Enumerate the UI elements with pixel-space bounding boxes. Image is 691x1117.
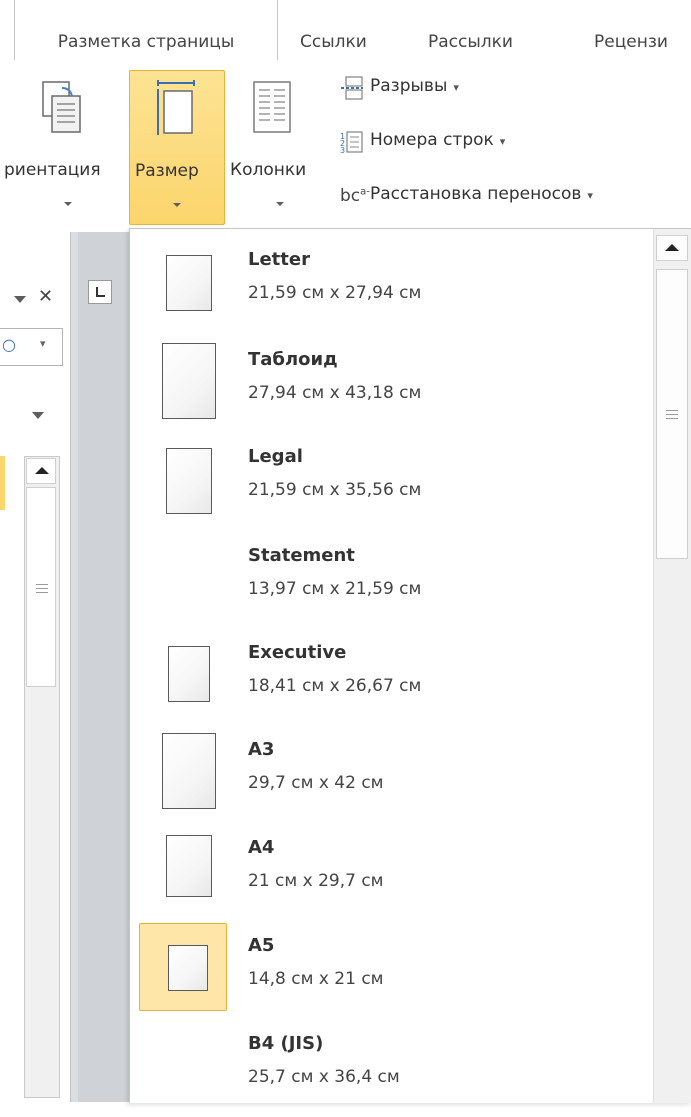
paper-size-statement[interactable]: Statement 13,97 см x 21,59 см bbox=[136, 533, 650, 629]
breaks-icon bbox=[341, 76, 363, 100]
chevron-down-icon: ▾ bbox=[40, 337, 46, 350]
page-icon bbox=[166, 448, 212, 514]
chevron-down-icon bbox=[276, 202, 284, 206]
scroll-up-arrow-icon[interactable] bbox=[656, 235, 688, 261]
tab-page-layout[interactable]: Разметка страницы bbox=[14, 0, 278, 61]
page-icon bbox=[166, 835, 212, 897]
page-icon bbox=[168, 945, 208, 991]
scroll-thumb[interactable] bbox=[26, 487, 56, 687]
chevron-down-icon: ▾ bbox=[587, 189, 593, 202]
tab-selector-icon[interactable] bbox=[88, 280, 112, 304]
paper-name: Executive bbox=[248, 642, 347, 663]
paper-dimensions: 13,97 см x 21,59 см bbox=[248, 579, 422, 599]
breaks-button[interactable]: Разрывы ▾ bbox=[340, 74, 540, 104]
line-numbers-button[interactable]: 1 2 3 Номера строк ▾ bbox=[340, 128, 590, 158]
scroll-thumb[interactable] bbox=[656, 269, 688, 559]
breaks-label: Разрывы bbox=[370, 76, 448, 96]
paper-size-gallery: Letter 21,59 см x 27,94 см Таблоид 27,94… bbox=[129, 228, 691, 1103]
size-icon bbox=[157, 80, 195, 135]
paper-name: A3 bbox=[248, 739, 275, 760]
paper-name: A5 bbox=[248, 935, 275, 956]
page-icon bbox=[168, 646, 210, 702]
hyphenation-button[interactable]: bca- Расстановка переносов ▾ bbox=[340, 182, 685, 212]
search-icon: ○ bbox=[2, 335, 16, 354]
paper-name: Таблоид bbox=[248, 349, 338, 370]
paper-dimensions: 25,7 см x 36,4 см bbox=[248, 1067, 400, 1087]
ribbon-page-setup-group: риентация Размер Колонки Разрывы ▾ 1 2 3… bbox=[0, 60, 691, 233]
paper-name: B4 (JIS) bbox=[248, 1033, 324, 1054]
paper-name: Statement bbox=[248, 545, 355, 566]
tab-mailings[interactable]: Рассылки bbox=[428, 0, 513, 60]
scroll-up-arrow-icon[interactable] bbox=[26, 458, 56, 484]
line-numbers-icon: 1 2 3 bbox=[340, 131, 363, 154]
page-icon bbox=[166, 255, 212, 311]
chevron-down-icon: ▾ bbox=[453, 81, 459, 94]
orientation-label: риентация bbox=[4, 160, 101, 180]
paper-dimensions: 21,59 см x 27,94 см bbox=[248, 283, 422, 303]
tab-references[interactable]: Ссылки bbox=[300, 0, 367, 60]
chevron-down-icon bbox=[173, 203, 181, 207]
paper-size-a4[interactable]: A4 21 см x 29,7 см bbox=[136, 825, 650, 921]
search-box[interactable]: ○ ▾ bbox=[0, 328, 63, 366]
paper-size-tabloid[interactable]: Таблоид 27,94 см x 43,18 см bbox=[136, 337, 650, 433]
orientation-icon bbox=[42, 81, 81, 133]
orientation-button[interactable]: риентация bbox=[0, 60, 126, 230]
page-icon bbox=[162, 733, 216, 809]
paper-size-a5[interactable]: A5 14,8 см x 21 см bbox=[136, 923, 650, 1019]
paper-dimensions: 21,59 см x 35,56 см bbox=[248, 480, 422, 500]
svg-text:3: 3 bbox=[340, 146, 345, 154]
paper-name: A4 bbox=[248, 837, 275, 858]
options-dropdown-icon[interactable] bbox=[32, 412, 44, 419]
chevron-down-icon bbox=[64, 202, 72, 206]
paper-size-legal[interactable]: Legal 21,59 см x 35,56 см bbox=[136, 434, 650, 530]
columns-button[interactable]: Колонки bbox=[226, 60, 330, 230]
size-label: Размер bbox=[135, 161, 199, 181]
columns-icon bbox=[253, 81, 291, 133]
paper-size-letter[interactable]: Letter 21,59 см x 27,94 см bbox=[136, 237, 650, 333]
paper-dimensions: 21 см x 29,7 см bbox=[248, 871, 384, 891]
navigation-pane: ✕ ○ ▾ bbox=[0, 232, 71, 1102]
paper-size-a3[interactable]: A3 29,7 см x 42 см bbox=[136, 727, 650, 823]
nav-scrollbar[interactable] bbox=[24, 456, 60, 1098]
size-button[interactable]: Размер bbox=[129, 70, 225, 225]
paper-name: Letter bbox=[248, 249, 310, 270]
hyphenation-icon: bca- bbox=[340, 186, 370, 206]
paper-dimensions: 27,94 см x 43,18 см bbox=[248, 383, 422, 403]
line-numbers-label: Номера строк bbox=[370, 130, 494, 150]
gallery-scrollbar[interactable] bbox=[653, 229, 691, 1103]
ribbon-tabs: Разметка страницы Ссылки Рассылки Реценз… bbox=[0, 0, 691, 61]
nav-accent-strip bbox=[0, 456, 5, 510]
document-area: ✕ ○ ▾ bbox=[0, 232, 130, 1102]
vertical-ruler bbox=[78, 232, 130, 1102]
pane-menu-icon[interactable] bbox=[14, 296, 26, 303]
paper-size-executive[interactable]: Executive 18,41 см x 26,67 см bbox=[136, 630, 650, 726]
paper-dimensions: 14,8 см x 21 см bbox=[248, 969, 384, 989]
tab-review[interactable]: Рецензи bbox=[594, 0, 668, 60]
hyphenation-label: Расстановка переносов bbox=[370, 184, 582, 204]
paper-dimensions: 29,7 см x 42 см bbox=[248, 773, 384, 793]
chevron-down-icon: ▾ bbox=[499, 135, 506, 148]
page-icon bbox=[162, 343, 216, 419]
columns-label: Колонки bbox=[230, 160, 307, 180]
paper-size-b4-jis[interactable]: B4 (JIS) 25,7 см x 36,4 см bbox=[136, 1021, 650, 1117]
paper-name: Legal bbox=[248, 446, 303, 467]
paper-dimensions: 18,41 см x 26,67 см bbox=[248, 676, 422, 696]
close-icon[interactable]: ✕ bbox=[38, 286, 53, 307]
